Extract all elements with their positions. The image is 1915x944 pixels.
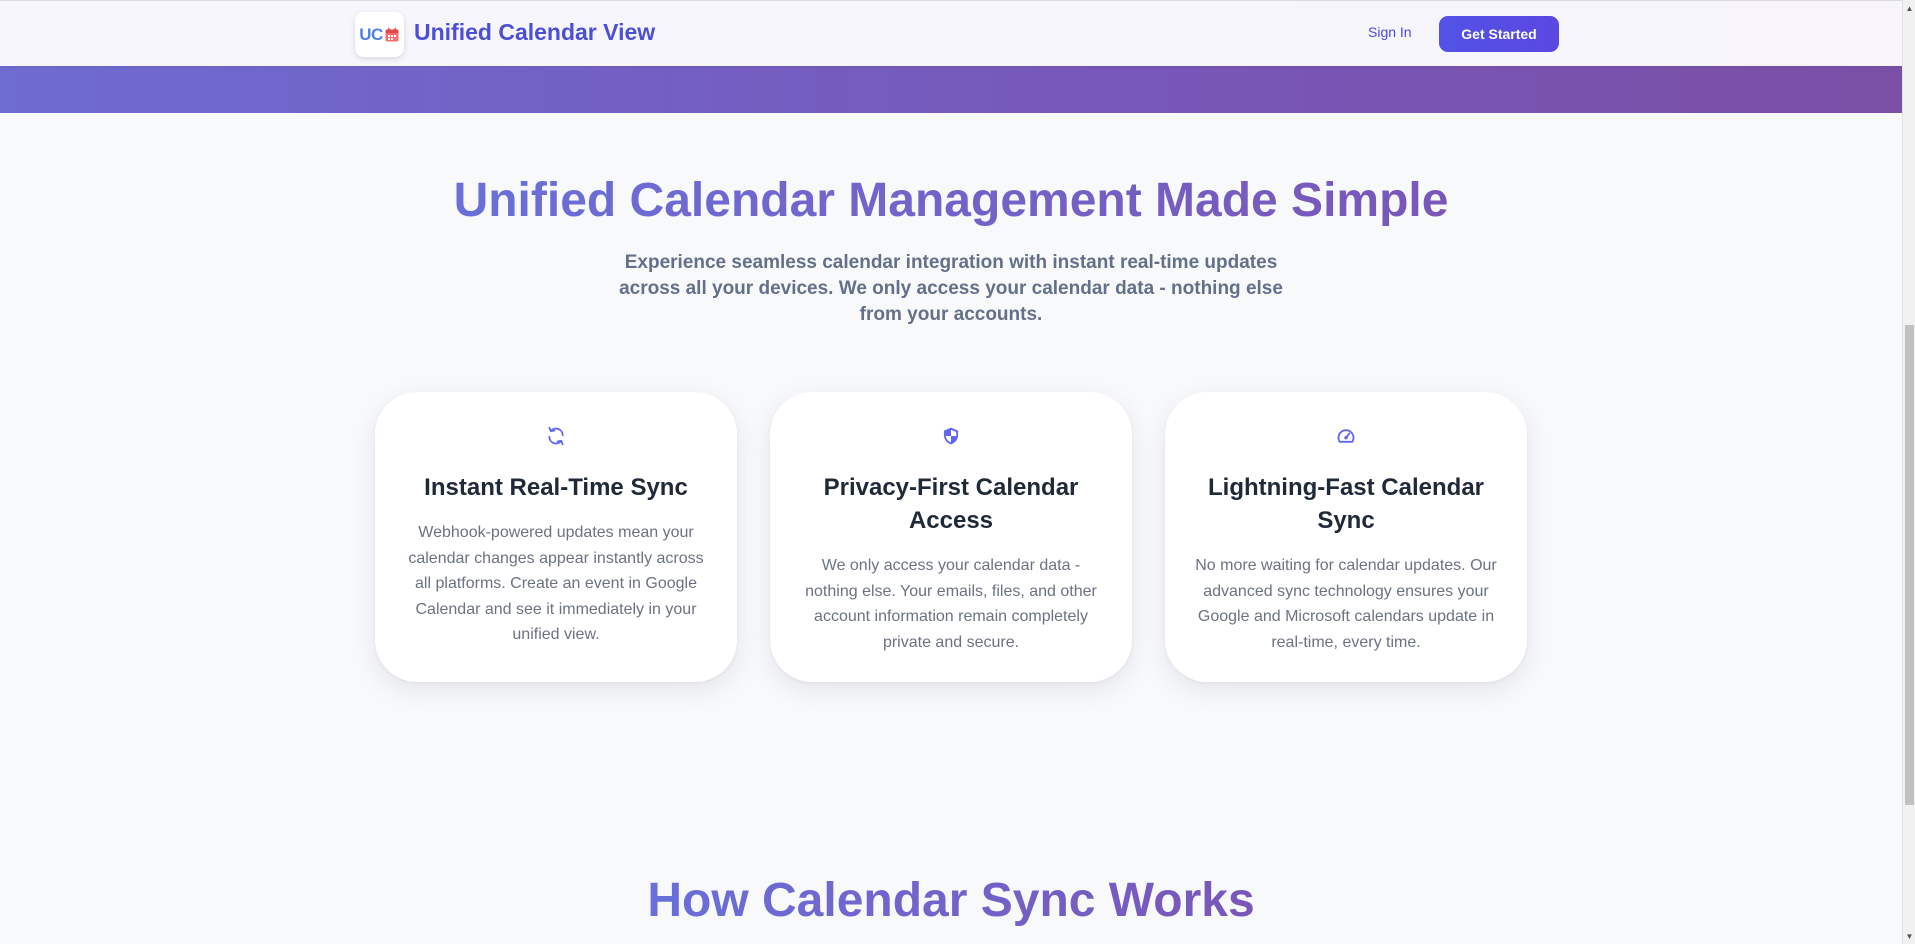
calendar-icon — [385, 27, 399, 41]
how-it-works-title-text: How Calendar Sync Works — [647, 874, 1255, 927]
scrollbar-thumb[interactable] — [1905, 325, 1914, 805]
feature-description: No more waiting for calendar updates. Ou… — [1195, 557, 1497, 651]
feature-title: Privacy-First Calendar Access — [823, 474, 1079, 534]
hero-title: Unified Calendar Management Made Simple — [0, 172, 1902, 230]
feature-card-fast-sync: Lightning-Fast Calendar Sync No more wai… — [1165, 392, 1527, 682]
scroll-up-arrow-icon[interactable]: ▲ — [1903, 1, 1915, 15]
sign-in-link[interactable]: Sign In — [1368, 24, 1412, 40]
logo-text: UC — [359, 24, 383, 44]
page: UC Unified Calendar View Sign In Get Sta… — [0, 0, 1902, 944]
feature-title: Instant Real-Time Sync — [424, 474, 688, 501]
scroll-down-arrow-icon[interactable]: ▼ — [1903, 929, 1915, 943]
shield-icon — [943, 427, 959, 445]
feature-description: Webhook-powered updates mean your calend… — [408, 524, 704, 644]
get-started-button[interactable]: Get Started — [1439, 16, 1559, 52]
speedometer-icon — [1337, 429, 1355, 443]
sync-icon — [548, 426, 564, 446]
page-scrollbar[interactable]: ▲ ▼ — [1902, 0, 1915, 944]
how-it-works-title: How Calendar Sync Works — [0, 872, 1902, 930]
feature-card-privacy: Privacy-First Calendar Access We only ac… — [770, 392, 1132, 682]
brand-title[interactable]: Unified Calendar View — [414, 19, 655, 46]
feature-description: We only access your calendar data - noth… — [805, 557, 1097, 651]
feature-title: Lightning-Fast Calendar Sync — [1208, 474, 1484, 534]
hero-subtitle: Experience seamless calendar integration… — [619, 252, 1283, 325]
feature-card-realtime-sync: Instant Real-Time Sync Webhook-powered u… — [375, 392, 737, 682]
logo[interactable]: UC — [355, 12, 404, 57]
top-navbar: UC Unified Calendar View Sign In Get Sta… — [0, 0, 1902, 66]
hero-title-text: Unified Calendar Management Made Simple — [453, 174, 1449, 227]
